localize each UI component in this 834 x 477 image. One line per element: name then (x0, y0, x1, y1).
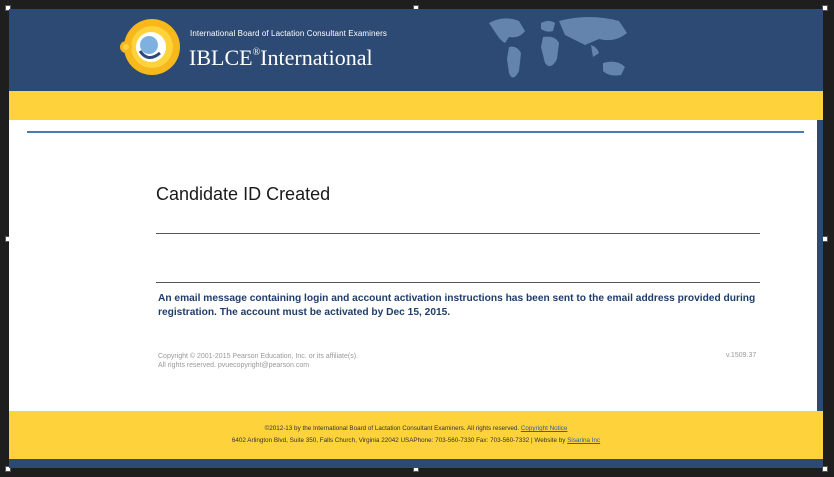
org-name-small: International Board of Lactation Consult… (190, 29, 387, 38)
version-label: v.1509.37 (726, 352, 757, 359)
content-top-divider (27, 131, 804, 133)
brand-title: IBLCE®International (189, 45, 373, 71)
page-title: Candidate ID Created (156, 184, 331, 204)
copyright-line-1: Copyright © 2001-2015 Pearson Education,… (158, 353, 358, 360)
footer-bottom-band (9, 459, 823, 468)
site-header: International Board of Lactation Consult… (9, 9, 823, 91)
title-divider (156, 233, 760, 234)
page-right-border (817, 120, 823, 420)
website-credit-link[interactable]: Sisarina Inc (567, 437, 600, 444)
brand-main: IBLCE (189, 45, 253, 70)
copyright-notice-link[interactable]: Copyright Notice (521, 425, 568, 432)
brand-suffix: International (260, 45, 373, 70)
page: International Board of Lactation Consult… (9, 9, 823, 468)
site-footer (9, 411, 823, 459)
copyright-line-2: All rights reserved. pvuecopyright@pears… (158, 362, 310, 369)
footer-copyright-line: ©2012-13 by the International Board of L… (9, 425, 823, 432)
message-divider (156, 282, 760, 283)
footer-copyright-text: ©2012-13 by the International Board of L… (264, 425, 520, 432)
iblce-logo-icon (120, 19, 180, 75)
world-map-icon (489, 17, 627, 78)
header-accent-band (9, 91, 823, 120)
footer-address-text: 6402 Arlington Blvd, Suite 350, Falls Ch… (231, 437, 566, 444)
copyright-block: Copyright © 2001-2015 Pearson Education,… (158, 352, 358, 370)
footer-address-line: 6402 Arlington Blvd, Suite 350, Falls Ch… (9, 437, 823, 444)
confirmation-message: An email message containing login and ac… (158, 293, 756, 318)
brand-registered-mark: ® (252, 47, 261, 58)
